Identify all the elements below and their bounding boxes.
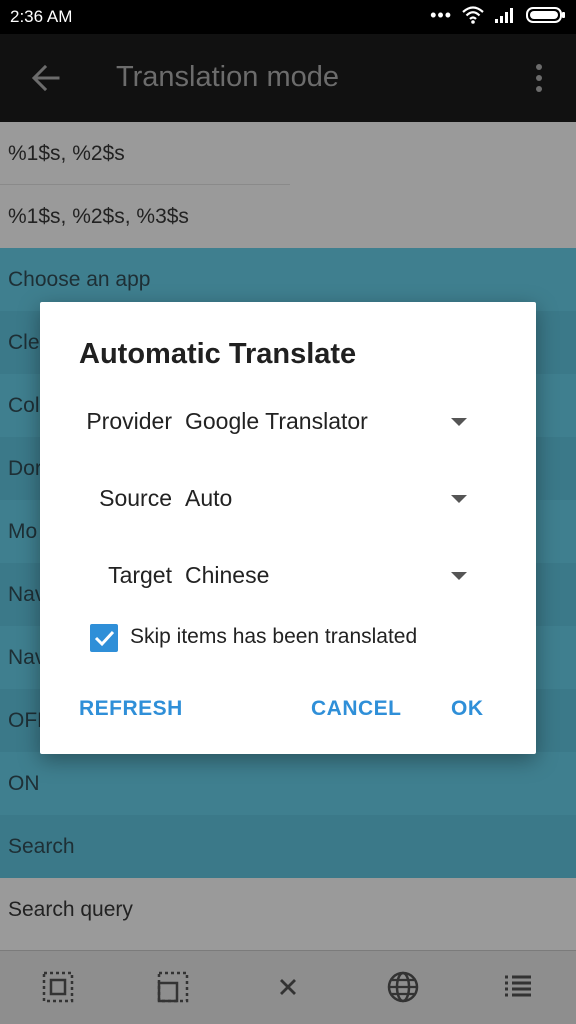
list-item[interactable]: %1$s, %2$s, %3$s (0, 185, 576, 248)
target-select[interactable]: Chinese (185, 562, 269, 589)
list-item[interactable]: Search (0, 815, 576, 878)
chevron-down-icon[interactable] (451, 495, 467, 503)
close-icon[interactable] (270, 969, 306, 1005)
list-item[interactable]: ON (0, 752, 576, 815)
source-label: Source (99, 485, 172, 511)
provider-label: Provider (86, 408, 172, 434)
list-item[interactable]: %1$s, %2$s (0, 122, 576, 185)
more-vertical-icon[interactable] (530, 60, 548, 96)
list-icon[interactable] (500, 969, 536, 1005)
status-icons: ••• (430, 6, 566, 24)
wifi-icon (462, 6, 484, 24)
refresh-button[interactable]: REFRESH (79, 697, 183, 721)
arrow-left-icon[interactable] (28, 60, 64, 96)
more-dots-icon: ••• (430, 5, 452, 25)
signal-icon (495, 8, 513, 23)
cancel-button[interactable]: CANCEL (311, 697, 402, 721)
list-item[interactable]: Search query (0, 878, 576, 941)
target-label: Target (108, 562, 172, 588)
chevron-down-icon[interactable] (451, 572, 467, 580)
source-select[interactable]: Auto (185, 485, 232, 512)
select-all-icon[interactable] (40, 969, 76, 1005)
bottom-toolbar (0, 950, 576, 1024)
page-title: Translation mode (116, 61, 339, 93)
globe-icon[interactable] (385, 969, 421, 1005)
status-bar: 2:36 AM ••• (0, 0, 576, 34)
chevron-down-icon[interactable] (451, 418, 467, 426)
dialog-title: Automatic Translate (79, 338, 357, 370)
battery-icon (526, 7, 565, 23)
skip-translated-checkbox[interactable] (90, 624, 118, 652)
checkmark-icon (94, 630, 115, 647)
app-bar: Translation mode (0, 34, 576, 122)
skip-translated-label: Skip items has been translated (130, 625, 418, 648)
status-time: 2:36 AM (10, 7, 73, 26)
automatic-translate-dialog: Automatic Translate Provider Google Tran… (40, 302, 536, 754)
ok-button[interactable]: OK (451, 697, 484, 721)
select-partial-icon[interactable] (155, 969, 191, 1005)
provider-select[interactable]: Google Translator (185, 408, 368, 435)
